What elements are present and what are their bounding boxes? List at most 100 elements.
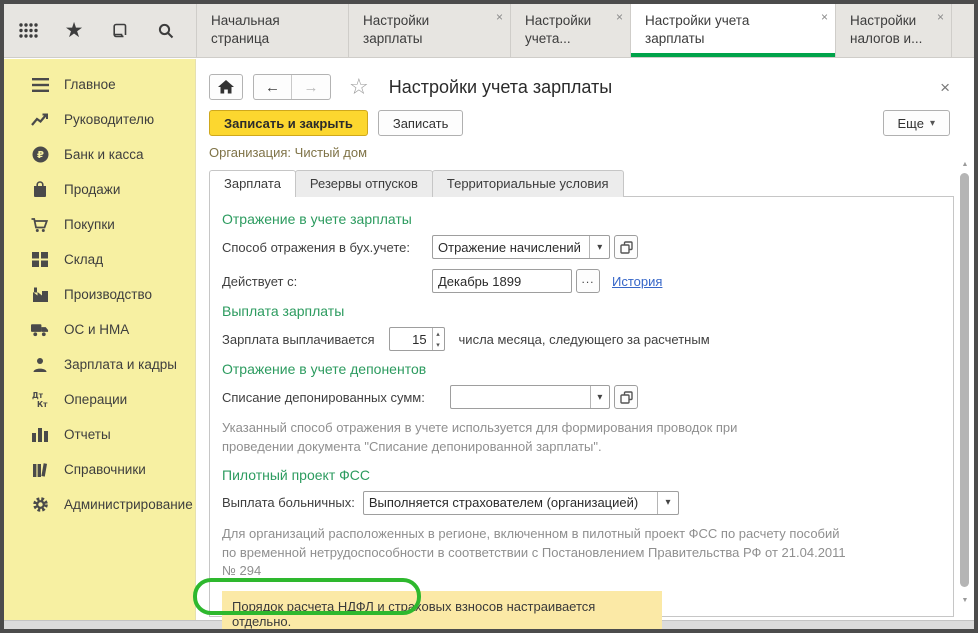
- payday-input[interactable]: [390, 328, 432, 350]
- sidebar-item-label: ОС и НМА: [64, 322, 129, 337]
- sidebar-item-fixed-assets[interactable]: ОС и НМА: [4, 312, 195, 347]
- sidebar-item-directories[interactable]: Справочники: [4, 452, 195, 487]
- spinner-buttons: ▴ ▾: [432, 328, 444, 350]
- sidebar-item-label: Производство: [64, 287, 152, 302]
- service-icons: ★: [4, 4, 196, 57]
- apps-menu-icon[interactable]: [16, 19, 40, 43]
- open-item-button[interactable]: [614, 235, 638, 259]
- sidebar-item-label: Покупки: [64, 217, 115, 232]
- spin-down-icon[interactable]: ▾: [433, 339, 444, 350]
- form-tab-salary[interactable]: Зарплата: [209, 170, 296, 197]
- tab-home-page[interactable]: Начальная страница: [196, 4, 349, 57]
- sidebar-item-purchases[interactable]: Покупки: [4, 207, 195, 242]
- form-tab-panel: Отражение в учете зарплаты Способ отраже…: [209, 196, 954, 617]
- chevron-down-icon[interactable]: ▾: [589, 236, 609, 258]
- sidebar-item-warehouse[interactable]: Склад: [4, 242, 195, 277]
- reflection-method-label: Способ отражения в бух.учете:: [222, 240, 432, 255]
- favorites-star-icon[interactable]: ★: [62, 19, 86, 43]
- tab-tax-settings[interactable]: Настройки налогов и... ×: [836, 4, 952, 57]
- scrollbar-thumb[interactable]: [960, 173, 969, 587]
- deponents-writeoff-combobox[interactable]: ▾: [450, 385, 610, 409]
- tab-close-icon[interactable]: ×: [496, 9, 503, 25]
- command-bar: Записать и закрыть Записать Еще ▾: [197, 103, 974, 137]
- window-tab-bar: Начальная страница Настройки зарплаты × …: [196, 4, 974, 57]
- spin-up-icon[interactable]: ▴: [433, 328, 444, 339]
- reflection-method-input[interactable]: [433, 236, 589, 258]
- sick-pay-input[interactable]: [364, 492, 657, 514]
- page-title: Настройки учета зарплаты: [389, 77, 612, 98]
- form-tab-territorial[interactable]: Территориальные условия: [432, 170, 624, 197]
- organization-label: Организация:: [209, 145, 291, 160]
- payday-suffix: числа месяца, следующего за расчетным: [459, 332, 710, 347]
- svg-text:Дт: Дт: [32, 391, 44, 400]
- sick-pay-combobox[interactable]: ▾: [363, 491, 679, 515]
- sidebar-item-label: Операции: [64, 392, 127, 407]
- effective-date-field[interactable]: [432, 269, 572, 293]
- scroll-down-icon[interactable]: ▼: [959, 595, 971, 605]
- tab-label: Начальная страница: [211, 12, 324, 48]
- chevron-down-icon[interactable]: ▾: [657, 492, 678, 514]
- sidebar-item-label: Продажи: [64, 182, 120, 197]
- history-link[interactable]: История: [612, 274, 662, 289]
- search-icon[interactable]: [154, 19, 178, 43]
- effective-date-input[interactable]: [433, 270, 571, 292]
- tab-close-icon[interactable]: ×: [821, 9, 828, 25]
- factory-icon: [31, 286, 49, 304]
- favorite-star-icon[interactable]: ☆: [349, 74, 369, 100]
- sidebar-item-label: Склад: [64, 252, 103, 267]
- top-toolbar: ★ Начальная страница Настройки зарплаты: [4, 4, 974, 58]
- chevron-down-icon[interactable]: ▾: [590, 386, 609, 408]
- tab-label: Настройки зарплаты: [363, 12, 486, 48]
- choose-button[interactable]: ...: [576, 269, 600, 293]
- form-tab-bar: Зарплата Резервы отпусков Территориальны…: [197, 160, 974, 197]
- form-close-icon[interactable]: ×: [940, 79, 950, 96]
- sidebar-item-bank-cash[interactable]: ₽ Банк и касса: [4, 137, 195, 172]
- history-icon[interactable]: [108, 19, 132, 43]
- more-button[interactable]: Еще ▾: [883, 110, 950, 136]
- truck-icon: [31, 321, 49, 339]
- tab-salary-settings[interactable]: Настройки зарплаты ×: [349, 4, 511, 57]
- sidebar-item-label: Руководителю: [64, 112, 154, 127]
- debit-credit-icon: Дт Кт: [31, 391, 49, 409]
- save-and-close-button[interactable]: Записать и закрыть: [209, 110, 368, 136]
- back-button[interactable]: ←: [254, 75, 292, 99]
- sidebar-item-production[interactable]: Производство: [4, 277, 195, 312]
- save-button[interactable]: Записать: [378, 110, 464, 136]
- home-button[interactable]: [209, 74, 243, 100]
- svg-text:₽: ₽: [37, 150, 44, 161]
- sidebar-item-manager[interactable]: Руководителю: [4, 102, 195, 137]
- section-deponents: Отражение в учете депонентов: [222, 361, 941, 377]
- form-tab-vacation-reserves[interactable]: Резервы отпусков: [295, 170, 433, 197]
- sidebar-item-sales[interactable]: Продажи: [4, 172, 195, 207]
- tab-close-icon[interactable]: ×: [937, 9, 944, 25]
- deponents-writeoff-label: Списание депонированных сумм:: [222, 390, 450, 405]
- sidebar-item-operations[interactable]: Дт Кт Операции: [4, 382, 195, 417]
- chevron-down-icon: ▾: [930, 118, 935, 129]
- sidebar-item-salary-hr[interactable]: Зарплата и кадры: [4, 347, 195, 382]
- shopping-bag-icon: [31, 181, 49, 199]
- sick-pay-label: Выплата больничных:: [222, 495, 355, 510]
- vertical-scrollbar[interactable]: ▲ ▼: [959, 159, 971, 605]
- reflection-method-combobox[interactable]: ▾: [432, 235, 610, 259]
- organization-line: Организация: Чистый дом: [197, 137, 974, 160]
- tab-label: Настройки налогов и...: [850, 12, 927, 48]
- deponents-help-text: Указанный способ отражения в учете испол…: [222, 419, 807, 457]
- sidebar-item-administration[interactable]: Администрирование: [4, 487, 195, 522]
- bar-chart-icon: [31, 426, 49, 444]
- open-item-button[interactable]: [614, 385, 638, 409]
- trend-chart-icon: [31, 111, 49, 129]
- tab-close-icon[interactable]: ×: [616, 9, 623, 25]
- deponents-writeoff-input[interactable]: [451, 386, 590, 408]
- books-icon: [31, 461, 49, 479]
- sidebar-item-main[interactable]: Главное: [4, 67, 195, 102]
- sidebar-item-reports[interactable]: Отчеты: [4, 417, 195, 452]
- person-icon: [31, 356, 49, 374]
- shopping-cart-icon: [31, 216, 49, 234]
- app-window: ★ Начальная страница Настройки зарплаты: [4, 4, 974, 629]
- ruble-coin-icon: ₽: [31, 146, 49, 164]
- sidebar-item-label: Зарплата и кадры: [64, 357, 177, 372]
- forward-button[interactable]: →: [292, 75, 330, 99]
- tab-accounting-settings[interactable]: Настройки учета... ×: [511, 4, 631, 57]
- payday-spinner[interactable]: ▴ ▾: [389, 327, 445, 351]
- tab-salary-accounting-settings[interactable]: Настройки учета зарплаты ×: [631, 4, 836, 57]
